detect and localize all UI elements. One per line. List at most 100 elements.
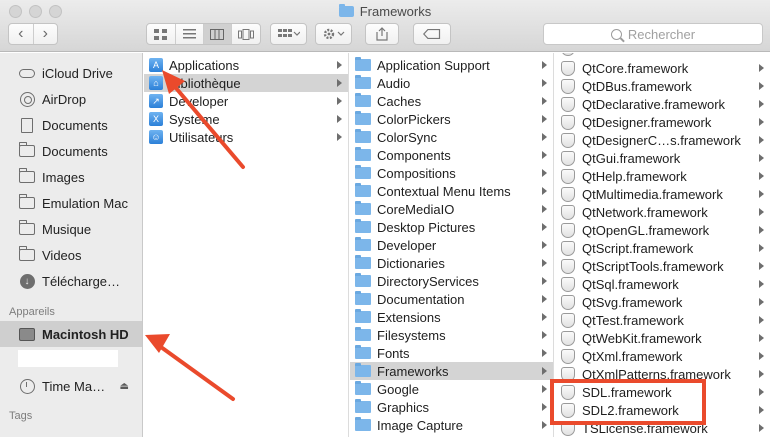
disclosure-arrow-icon (759, 244, 764, 252)
sidebar-item-label: Time Ma… (42, 378, 106, 394)
list-item[interactable]: Fonts (350, 344, 553, 362)
list-item-label: QtScript.framework (582, 240, 694, 256)
list-item-label: ColorPickers (377, 111, 451, 127)
list-item[interactable]: Contextual Menu Items (350, 182, 553, 200)
coverflow-view-button[interactable] (232, 24, 260, 44)
list-item[interactable]: Filesystems (350, 326, 553, 344)
time-machine-icon (19, 378, 35, 394)
list-item[interactable]: Google (350, 380, 553, 398)
framework-icon (561, 60, 575, 76)
back-button[interactable]: ‹ (9, 24, 34, 44)
list-item[interactable]: Caches (350, 92, 553, 110)
list-item[interactable]: Documentation (350, 290, 553, 308)
folder-icon (355, 381, 371, 395)
list-item[interactable]: QtSql.framework (555, 275, 770, 293)
sidebar-item-images[interactable]: Images (0, 164, 142, 190)
forward-button[interactable]: › (34, 24, 58, 44)
list-item[interactable]: ColorSync (350, 128, 553, 146)
list-item[interactable]: Application Support (350, 56, 553, 74)
list-item[interactable]: Desktop Pictures (350, 218, 553, 236)
list-item-label: QtWebKit.framework (582, 330, 702, 346)
list-item[interactable]: QtGui.framework (555, 149, 770, 167)
list-item[interactable]: Frameworks (350, 362, 553, 380)
document-icon (19, 117, 35, 133)
disclosure-arrow-icon (542, 223, 547, 231)
list-item[interactable]: CoreMediaIO (350, 200, 553, 218)
folder-icon (355, 273, 371, 287)
sidebar-item-documents-folder[interactable]: Documents (0, 138, 142, 164)
disclosure-arrow-icon (759, 172, 764, 180)
list-item[interactable]: QtWebKit.framework (555, 329, 770, 347)
list-item[interactable]: Compositions (350, 164, 553, 182)
list-item[interactable]: QtDesignerC…s.framework (555, 131, 770, 149)
list-item[interactable]: QtNetwork.framework (555, 203, 770, 221)
list-item-developer[interactable]: ↗ Developer (144, 92, 348, 110)
list-item[interactable]: QtMultimedia.framework (555, 185, 770, 203)
list-item[interactable]: QtHelp.framework (555, 167, 770, 185)
list-item[interactable]: QtCore.framework (555, 59, 770, 77)
list-item[interactable]: Components (350, 146, 553, 164)
list-item[interactable]: Graphics (350, 398, 553, 416)
list-item-partial[interactable] (555, 53, 770, 57)
column-library: Application Support Audio Caches ColorPicke… (350, 53, 554, 437)
gear-icon (323, 28, 344, 40)
list-item-label: Utilisateurs (169, 129, 234, 145)
search-field[interactable]: Rechercher (543, 23, 763, 45)
list-item[interactable]: DirectoryServices (350, 272, 553, 290)
list-item[interactable]: Extensions (350, 308, 553, 326)
arrange-button[interactable] (270, 23, 307, 45)
list-item[interactable]: QtTest.framework (555, 311, 770, 329)
sidebar-item-documents[interactable]: Documents (0, 112, 142, 138)
list-item-label: QtNetwork.framework (582, 204, 708, 220)
folder-icon (355, 309, 371, 323)
list-item[interactable]: QtScriptTools.framework (555, 257, 770, 275)
list-item[interactable]: Developer (350, 236, 553, 254)
action-button[interactable] (315, 23, 352, 45)
list-item-applications[interactable]: A Applications (144, 56, 348, 74)
eject-icon[interactable]: ⏏ (120, 381, 129, 392)
sidebar-item-musique[interactable]: Musique (0, 216, 142, 242)
list-item[interactable]: Audio (350, 74, 553, 92)
sidebar-item-icloud-drive[interactable]: iCloud Drive (0, 60, 142, 86)
column-view-button[interactable] (203, 24, 233, 44)
share-button[interactable] (365, 23, 399, 45)
sidebar-item-time-machine[interactable]: Time Ma… ⏏ (0, 373, 142, 399)
list-item-utilisateurs[interactable]: ☺ Utilisateurs (144, 128, 348, 146)
sidebar-item-videos[interactable]: Videos (0, 242, 142, 268)
disclosure-arrow-icon (337, 79, 342, 87)
sidebar-item-macintosh-hd[interactable]: Macintosh HD (0, 321, 142, 347)
folder-icon (355, 291, 371, 305)
list-item-bibliotheque[interactable]: ⌂ Bibliothèque (144, 74, 348, 92)
edit-tags-button[interactable] (413, 23, 451, 45)
list-item[interactable]: QtDesigner.framework (555, 113, 770, 131)
disclosure-arrow-icon (542, 349, 547, 357)
folder-icon (18, 194, 35, 211)
folder-icon (355, 57, 371, 71)
list-item[interactable]: Dictionaries (350, 254, 553, 272)
icon-view-button[interactable] (147, 24, 176, 44)
folder-icon (355, 363, 371, 377)
list-item-label: QtGui.framework (582, 150, 681, 166)
list-item[interactable]: QtDeclarative.framework (555, 95, 770, 113)
sidebar-item-downloads[interactable]: ↓ Télécharge… (0, 268, 142, 294)
framework-icon (561, 186, 575, 202)
sidebar-item-label: iCloud Drive (42, 65, 113, 81)
window-title: Frameworks (0, 4, 770, 19)
list-item-systeme[interactable]: X Système (144, 110, 348, 128)
list-item[interactable]: QtSvg.framework (555, 293, 770, 311)
list-item[interactable]: Image Capture (350, 416, 553, 434)
list-item[interactable]: QtXml.framework (555, 347, 770, 365)
list-item[interactable]: QtOpenGL.framework (555, 221, 770, 239)
disclosure-arrow-icon (759, 334, 764, 342)
list-item[interactable]: ColorPickers (350, 110, 553, 128)
list-view-button[interactable] (176, 24, 204, 44)
list-item[interactable]: QtScript.framework (555, 239, 770, 257)
list-item[interactable]: QtDBus.framework (555, 77, 770, 95)
sidebar-item-airdrop[interactable]: AirDrop (0, 86, 142, 112)
disclosure-arrow-icon (759, 190, 764, 198)
list-item-label: Extensions (377, 309, 441, 325)
system-folder-icon: X (149, 112, 163, 126)
annotation-highlight-box (550, 379, 706, 425)
sidebar-item-emulation-mac[interactable]: Emulation Mac (0, 190, 142, 216)
navigation-buttons: ‹ › (8, 23, 58, 45)
